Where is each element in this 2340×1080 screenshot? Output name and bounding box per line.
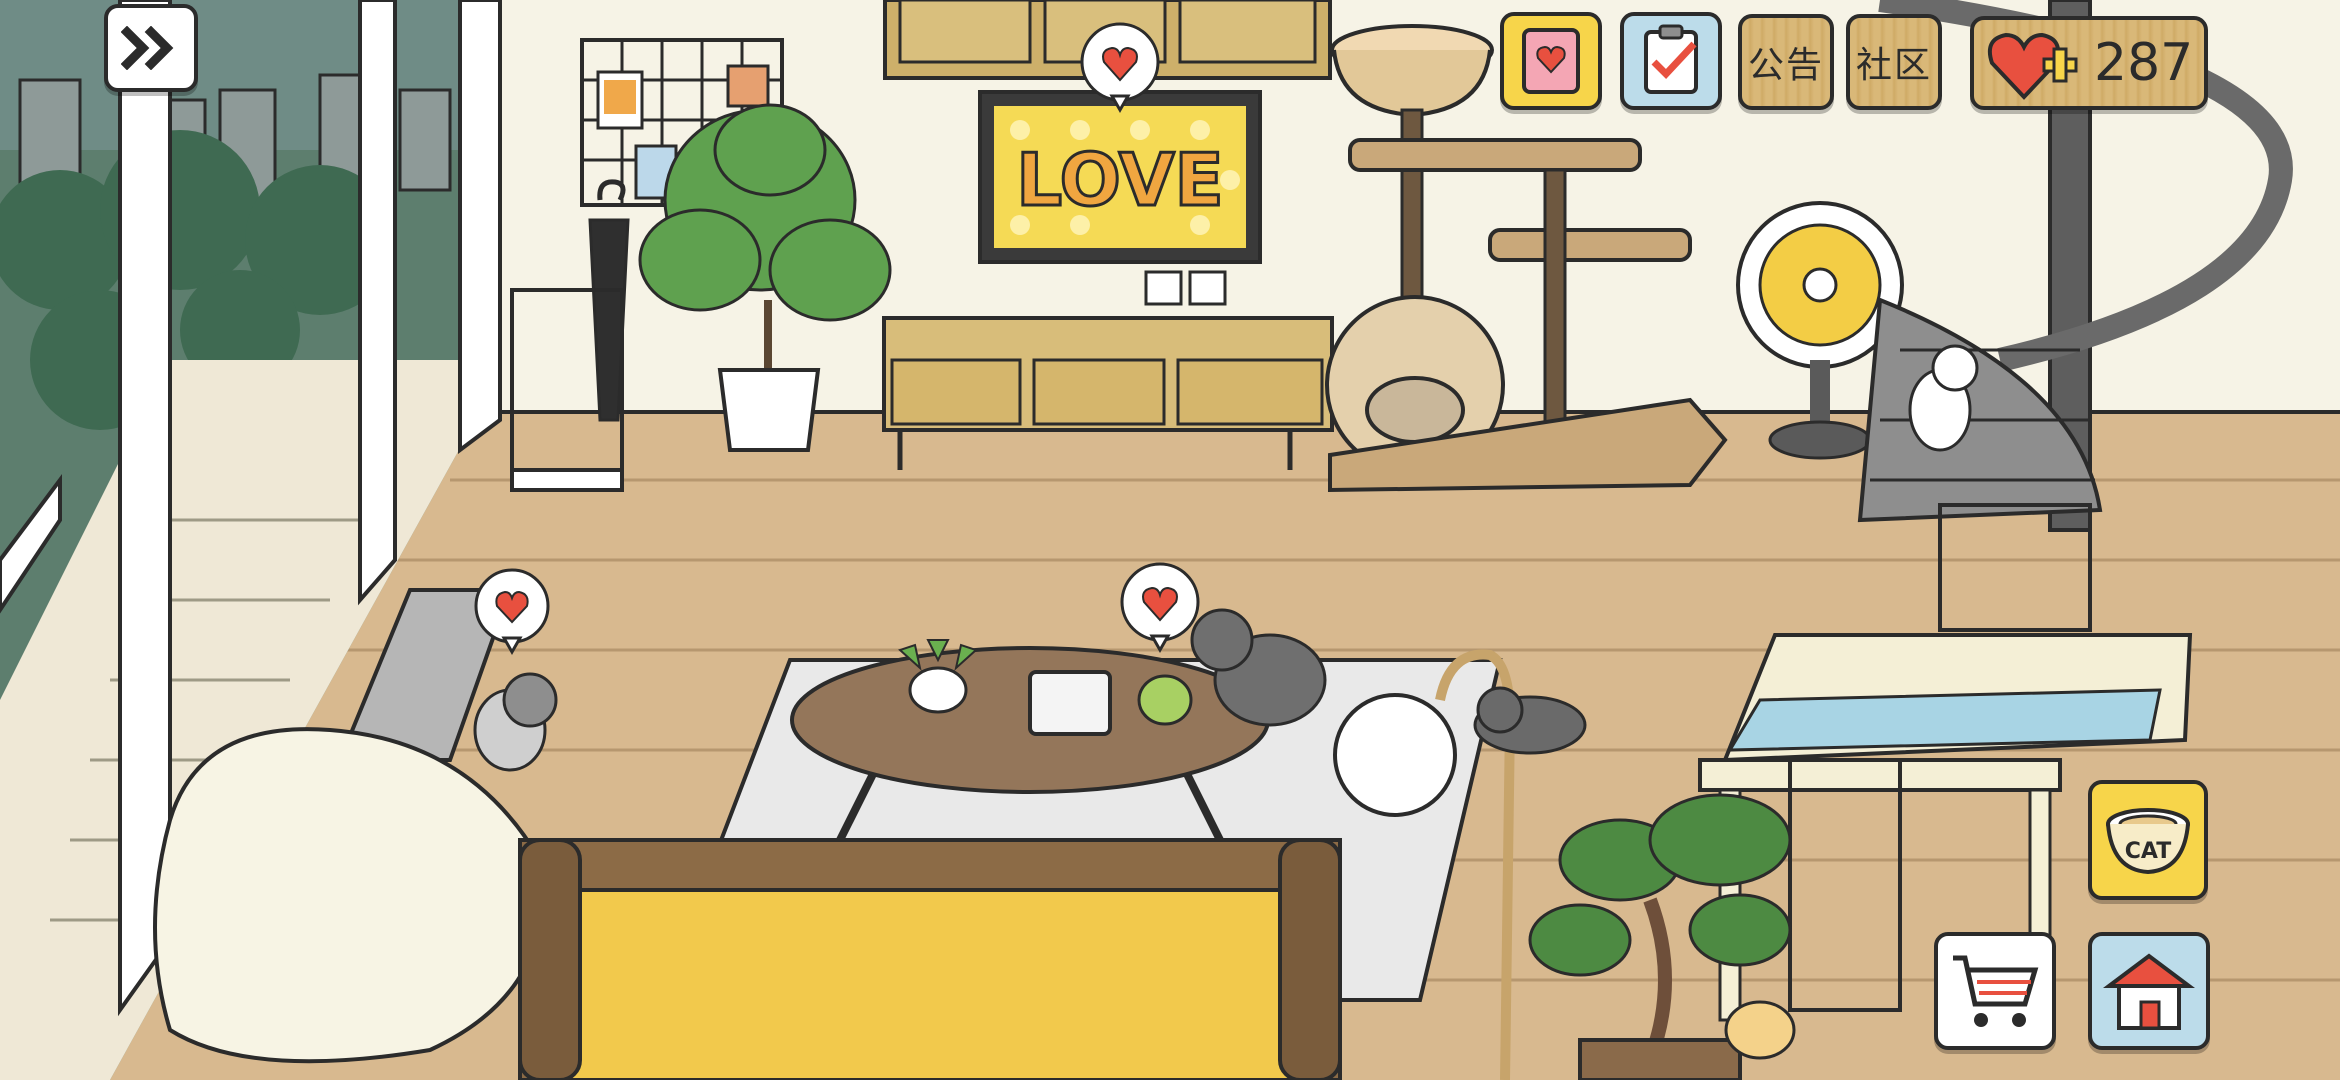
game-scene: LOVE: [0, 0, 2340, 1080]
shopping-cart-icon: [1953, 955, 2039, 1027]
shop-button[interactable]: [1934, 932, 2056, 1050]
community-button[interactable]: 社区: [1846, 14, 1942, 110]
tv-love-text: LOVE: [1016, 138, 1224, 222]
checklist-button[interactable]: [1620, 12, 1722, 110]
yard-button[interactable]: [2088, 932, 2210, 1050]
food-bowl-button[interactable]: CAT: [2088, 780, 2208, 900]
heart-count: 287: [2094, 33, 2194, 93]
cat-food-bowl-icon: CAT: [2106, 808, 2190, 875]
food-bowl-text: CAT: [2125, 839, 2171, 864]
tv-love: LOVE: [978, 90, 1262, 264]
yellow-sofa: [518, 838, 1342, 1080]
cat-diary-button[interactable]: [1500, 12, 1602, 110]
clipboard-check-icon: [1644, 24, 1698, 94]
notice-button[interactable]: 公告: [1738, 14, 1834, 110]
community-label: 社区: [1855, 45, 1932, 86]
heart-plus-icon: [1987, 32, 2078, 100]
notice-label: 公告: [1747, 45, 1824, 86]
cat-orange[interactable]: [1724, 1000, 1796, 1060]
cat-diary-book-icon: [1522, 28, 1580, 94]
double-chevron-right-icon: [121, 26, 174, 70]
heart-counter-button[interactable]: 287: [1970, 16, 2208, 110]
expand-menu-button[interactable]: [104, 4, 198, 92]
house-icon: [2103, 953, 2195, 1030]
